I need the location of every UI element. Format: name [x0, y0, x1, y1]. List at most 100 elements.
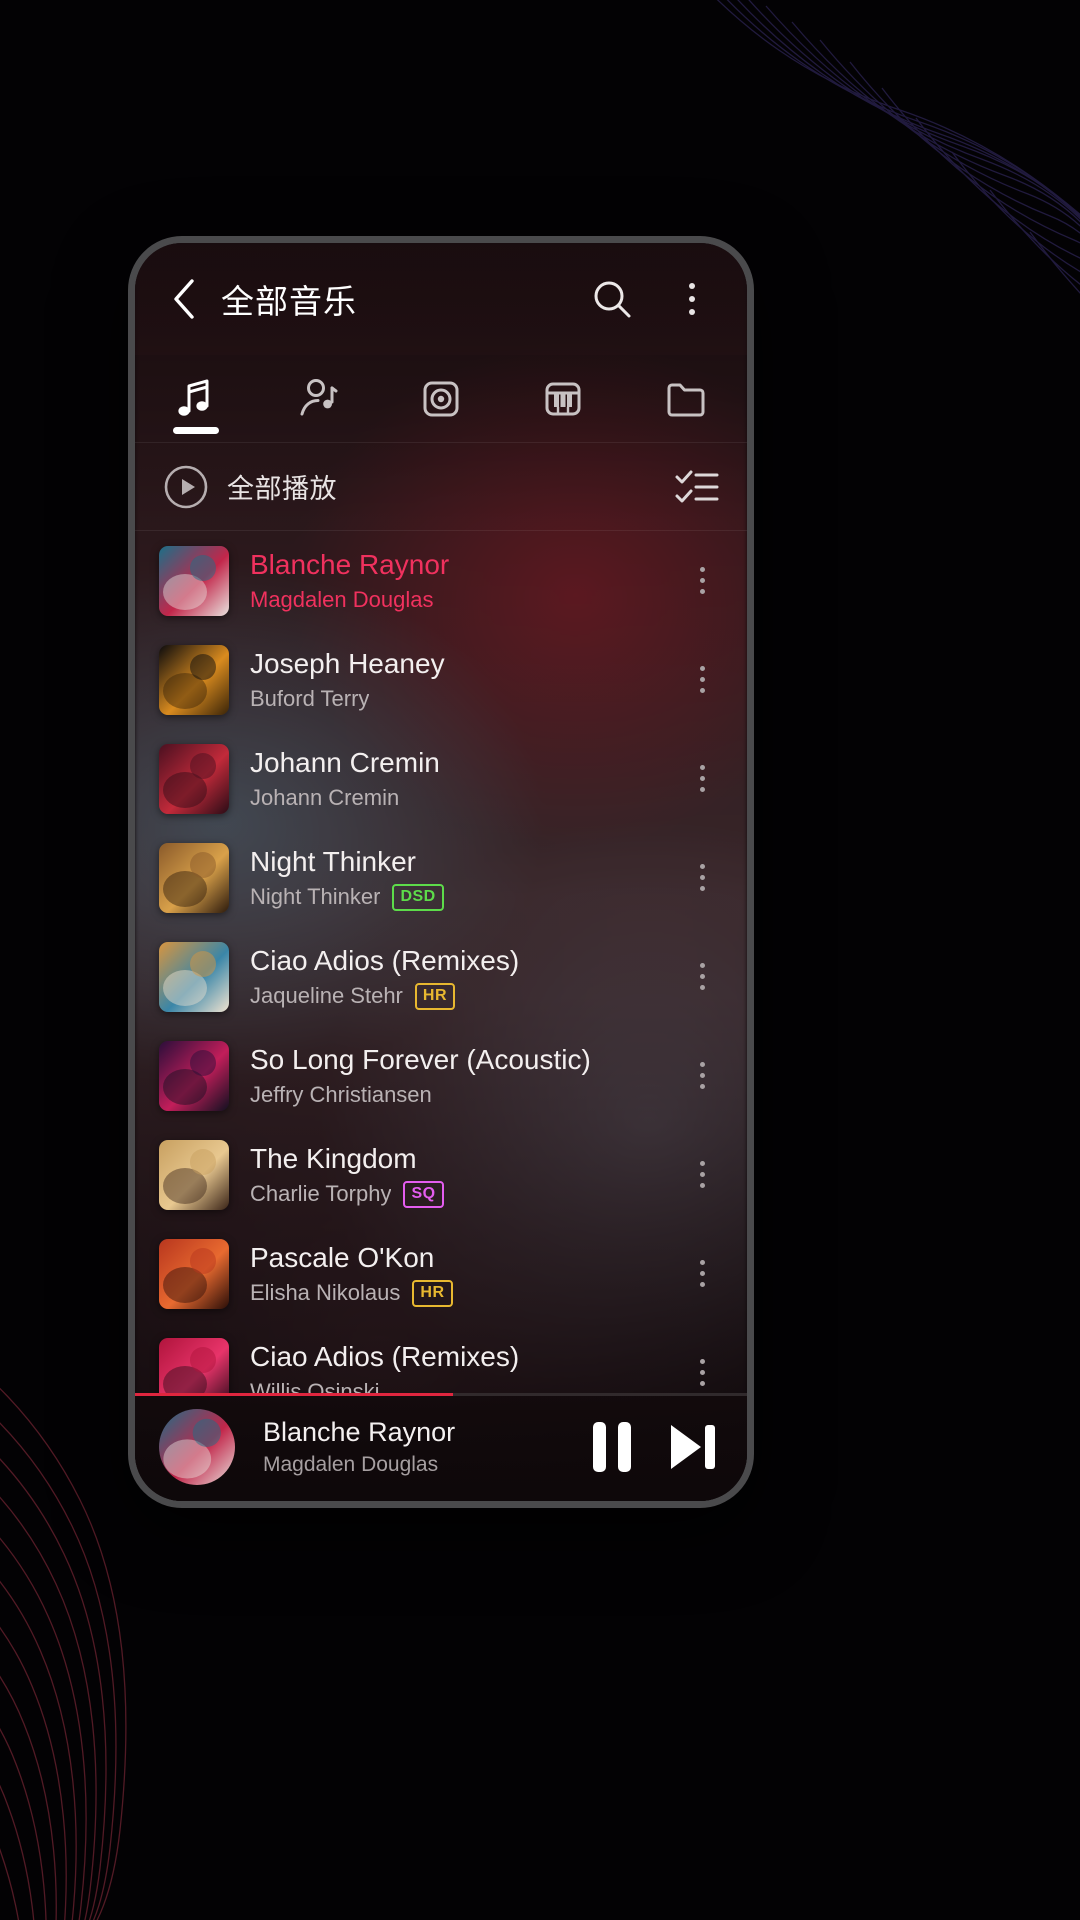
song-text: Night Thinker Night Thinker DSD — [250, 845, 679, 911]
album-art — [159, 743, 229, 814]
page-title: 全部音乐 — [221, 283, 357, 320]
song-subtitle-row: Night Thinker DSD — [250, 883, 679, 911]
table-row[interactable]: Johann Cremin Johann Cremin — [135, 729, 747, 828]
more-vertical-icon — [699, 567, 705, 594]
song-title: Joseph Heaney — [250, 648, 445, 679]
album-art — [159, 1040, 229, 1111]
song-subtitle-row: Buford Terry — [250, 686, 679, 712]
more-vertical-icon — [689, 283, 695, 315]
overflow-menu-button[interactable] — [665, 272, 719, 326]
song-text: So Long Forever (Acoustic) Jeffry Christi… — [250, 1043, 679, 1108]
quality-badge: DSD — [392, 883, 444, 911]
row-overflow-button[interactable] — [679, 1260, 725, 1287]
song-subtitle-row: Johann Cremin — [250, 785, 679, 811]
song-artist: Johann Cremin — [250, 785, 400, 810]
song-artist: Buford Terry — [250, 686, 370, 711]
song-text: Ciao Adios (Remixes) Willis Osinski — [250, 1340, 679, 1393]
song-subtitle-row: Willis Osinski — [250, 1379, 679, 1393]
table-row[interactable]: The Kingdom Charlie Torphy SQ — [135, 1125, 747, 1224]
song-artist: Charlie Torphy — [250, 1181, 392, 1206]
song-text: Blanche Raynor Magdalen Douglas — [250, 548, 679, 613]
song-artist: Magdalen Douglas — [250, 587, 434, 612]
table-row[interactable]: Ciao Adios (Remixes) Jaqueline Stehr HR — [135, 927, 747, 1026]
song-artist: Willis Osinski — [250, 1379, 380, 1393]
tab-albums[interactable] — [380, 355, 502, 442]
table-row[interactable]: Pascale O'Kon Elisha Nikolaus HR — [135, 1224, 747, 1323]
music-note-icon — [178, 379, 209, 416]
song-artist: Jeffry Christiansen — [250, 1082, 432, 1107]
phone-mockup: 全部音乐 全部播放 Blanche Raynor Magdalen Dougla… — [128, 236, 754, 1508]
song-subtitle-row: Magdalen Douglas — [250, 587, 679, 613]
song-title: Night Thinker — [250, 845, 417, 877]
mini-player-text: Blanche Raynor Magdalen Douglas — [263, 1416, 575, 1478]
song-text: The Kingdom Charlie Torphy SQ — [250, 1142, 679, 1208]
song-artist: Night Thinker — [250, 884, 381, 909]
row-overflow-button[interactable] — [679, 567, 725, 594]
tab-folders[interactable] — [625, 355, 747, 442]
song-title: Johann Cremin — [250, 747, 440, 778]
mini-player-controls — [593, 1421, 721, 1473]
album-art — [159, 1139, 229, 1210]
multi-select-button[interactable] — [671, 461, 723, 513]
chevron-left-icon — [174, 279, 194, 319]
song-artist: Elisha Nikolaus — [250, 1280, 401, 1305]
album-art — [159, 1238, 229, 1309]
table-row[interactable]: Blanche Raynor Magdalen Douglas — [135, 531, 747, 630]
row-overflow-button[interactable] — [679, 1161, 725, 1188]
more-vertical-icon — [699, 1161, 705, 1188]
album-art — [159, 941, 229, 1012]
next-track-button[interactable] — [665, 1421, 721, 1473]
table-row[interactable]: So Long Forever (Acoustic) Jeffry Christi… — [135, 1026, 747, 1125]
more-vertical-icon — [699, 864, 705, 891]
row-overflow-button[interactable] — [679, 765, 725, 792]
active-tab-indicator — [173, 427, 220, 434]
playback-progress-track[interactable] — [135, 1393, 747, 1396]
app-bar: 全部音乐 — [135, 243, 747, 355]
album-art — [159, 842, 229, 913]
table-row[interactable]: Night Thinker Night Thinker DSD — [135, 828, 747, 927]
more-vertical-icon — [699, 963, 705, 990]
play-all-label: 全部播放 — [227, 474, 337, 504]
song-list[interactable]: Blanche Raynor Magdalen Douglas Joseph Hea… — [135, 531, 747, 1393]
pause-icon — [593, 1422, 631, 1472]
folder-icon — [667, 383, 705, 416]
skip-next-icon — [671, 1425, 715, 1469]
song-title: Ciao Adios (Remixes) — [250, 1341, 520, 1372]
mini-player[interactable]: Blanche Raynor Magdalen Douglas — [135, 1393, 747, 1501]
album-art — [159, 545, 229, 616]
quality-badge: SQ — [403, 1180, 444, 1208]
song-subtitle-row: Charlie Torphy SQ — [250, 1180, 679, 1208]
search-icon — [594, 281, 631, 318]
more-vertical-icon — [699, 765, 705, 792]
row-overflow-button[interactable] — [679, 963, 725, 990]
song-subtitle-row: Jeffry Christiansen — [250, 1082, 679, 1108]
song-subtitle-row: Elisha Nikolaus HR — [250, 1279, 679, 1307]
tab-songs[interactable] — [135, 355, 257, 442]
song-text: Joseph Heaney Buford Terry — [250, 647, 679, 712]
mini-player-album-art[interactable] — [159, 1409, 235, 1485]
mini-player-title: Blanche Raynor — [263, 1417, 456, 1447]
row-overflow-button[interactable] — [679, 1359, 725, 1386]
search-button[interactable] — [585, 272, 639, 326]
pause-button[interactable] — [593, 1422, 631, 1472]
checklist-icon — [675, 470, 719, 502]
tab-artists[interactable] — [257, 355, 379, 442]
tab-genres[interactable] — [502, 355, 624, 442]
more-vertical-icon — [699, 1260, 705, 1287]
play-circle-icon — [164, 465, 208, 508]
category-tab-bar — [135, 355, 747, 443]
table-row[interactable]: Joseph Heaney Buford Terry — [135, 630, 747, 729]
song-title: Blanche Raynor — [250, 549, 450, 580]
app-screen: 全部音乐 全部播放 Blanche Raynor Magdalen Dougla… — [135, 243, 747, 1501]
more-vertical-icon — [699, 666, 705, 693]
play-all-row[interactable]: 全部播放 — [135, 443, 747, 531]
album-art — [159, 1337, 229, 1393]
song-text: Johann Cremin Johann Cremin — [250, 746, 679, 811]
row-overflow-button[interactable] — [679, 666, 725, 693]
table-row[interactable]: Ciao Adios (Remixes) Willis Osinski — [135, 1323, 747, 1393]
back-button[interactable] — [161, 276, 207, 322]
quality-badge: HR — [414, 982, 455, 1010]
song-artist: Jaqueline Stehr — [250, 983, 403, 1008]
row-overflow-button[interactable] — [679, 1062, 725, 1089]
row-overflow-button[interactable] — [679, 864, 725, 891]
